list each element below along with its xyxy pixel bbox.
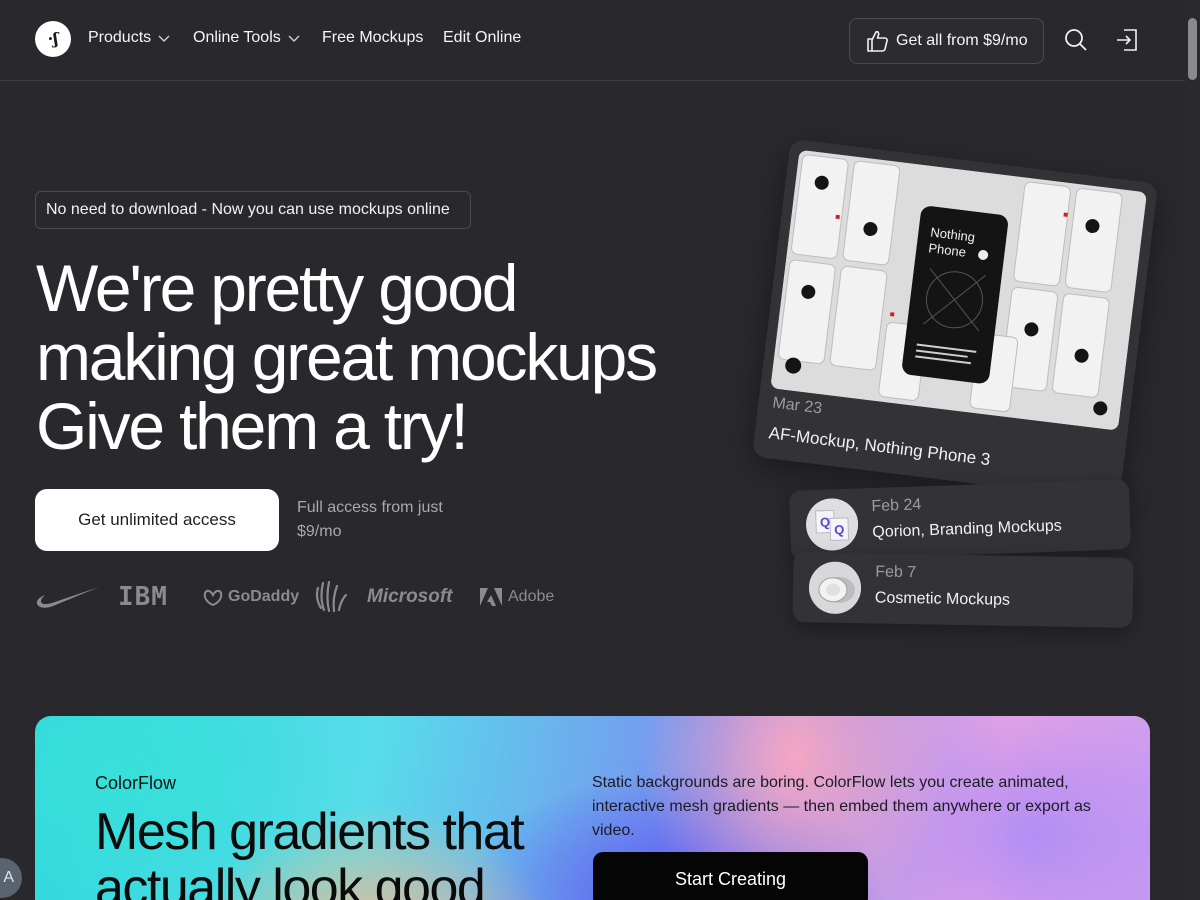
headline-line-1: We're pretty good	[36, 251, 518, 325]
featured-mockup-card[interactable]: Nothing Phone Mar 23 AF-Mockup, Nothing …	[751, 138, 1159, 502]
thumbs-up-icon	[867, 30, 888, 52]
nav-products-label: Products	[88, 29, 152, 46]
search-icon[interactable]	[1063, 27, 1089, 53]
chevron-down-icon	[158, 35, 170, 42]
headline-line-2: making great mockups	[36, 320, 658, 394]
colorflow-banner: ColorFlow Mesh gradients that actually l…	[35, 716, 1150, 900]
adobe-logo-text: Adobe	[508, 588, 555, 605]
colorflow-title: Mesh gradients that actually look good	[95, 804, 615, 900]
headline-line-3: Give them a try!	[36, 389, 469, 463]
featured-mockup-title: AF-Mockup, Nothing Phone 3	[767, 423, 992, 470]
mockup-list-item[interactable]: Q Q Feb 24 Qorion, Branding Mockups	[788, 479, 1132, 561]
hero-headline: We're pretty good making great mockups G…	[36, 254, 736, 461]
mockup-title: Cosmetic Mockups	[874, 589, 1011, 609]
nav-edit-online-label: Edit Online	[443, 29, 522, 46]
online-notice-pill: No need to download - Now you can use mo…	[35, 191, 471, 229]
featured-mockup-date: Mar 23	[771, 394, 824, 418]
chevron-down-icon	[288, 35, 300, 42]
top-nav: ·ʃ Products Online Tools Free Mockups Ed…	[0, 0, 1185, 81]
nothing-phone-mockup-image: Nothing Phone	[770, 149, 1147, 431]
featured-mockups: Nothing Phone Mar 23 AF-Mockup, Nothing …	[751, 138, 1160, 650]
nav-edit-online[interactable]: Edit Online	[443, 29, 521, 47]
brand-logo[interactable]: ·ʃ	[35, 21, 71, 57]
hand-logo	[315, 580, 348, 613]
nike-logo	[36, 587, 99, 608]
qorion-thumbnail-image: Q Q	[805, 497, 859, 552]
pricing-cta-button[interactable]: Get all from $9/mo	[849, 18, 1044, 64]
mockup-date: Feb 24	[871, 496, 922, 516]
colorflow-title-line-1: Mesh gradients that	[95, 803, 525, 861]
microsoft-logo: Microsoft	[367, 586, 453, 607]
mockup-list-item[interactable]: Feb 7 Cosmetic Mockups	[792, 552, 1134, 628]
godaddy-logo: GoDaddy	[202, 578, 299, 616]
cosmetic-thumbnail-image	[808, 561, 862, 615]
nav-online-tools-label: Online Tools	[193, 29, 281, 46]
nav-products[interactable]: Products	[88, 29, 171, 47]
nav-free-mockups-label: Free Mockups	[322, 29, 424, 46]
pricing-cta-label: Get all from $9/mo	[896, 32, 1028, 49]
godaddy-logo-text: GoDaddy	[228, 588, 300, 605]
start-creating-button[interactable]: Start Creating	[593, 852, 868, 900]
cosmetic-thumbnail	[808, 561, 862, 615]
sign-in-icon[interactable]	[1114, 27, 1140, 53]
godaddy-mark-icon	[203, 589, 223, 607]
accessibility-button[interactable]: A	[0, 858, 22, 898]
adobe-logo: Adobe	[480, 578, 554, 616]
mockup-title: Qorion, Branding Mockups	[872, 517, 1063, 542]
nav-online-tools[interactable]: Online Tools	[193, 29, 301, 47]
colorflow-label: ColorFlow	[95, 773, 177, 793]
adobe-mark-icon	[480, 588, 502, 606]
svg-text:Q: Q	[820, 515, 831, 530]
nav-free-mockups[interactable]: Free Mockups	[322, 29, 423, 47]
access-price-note: Full access from just $9/mo	[297, 499, 443, 540]
page-scrollbar[interactable]	[1185, 0, 1200, 900]
mockup-date: Feb 7	[875, 563, 917, 582]
qorion-thumbnail: Q Q	[805, 497, 859, 552]
phone-collage-image: Nothing Phone	[770, 149, 1147, 431]
scrollbar-thumb[interactable]	[1188, 18, 1197, 80]
get-unlimited-access-button[interactable]: Get unlimited access	[35, 489, 279, 551]
ibm-logo: IBM	[118, 582, 168, 612]
colorflow-description: Static backgrounds are boring. ColorFlow…	[592, 774, 1091, 839]
colorflow-title-line-2: actually look good	[95, 859, 486, 900]
svg-text:Q: Q	[834, 522, 845, 537]
